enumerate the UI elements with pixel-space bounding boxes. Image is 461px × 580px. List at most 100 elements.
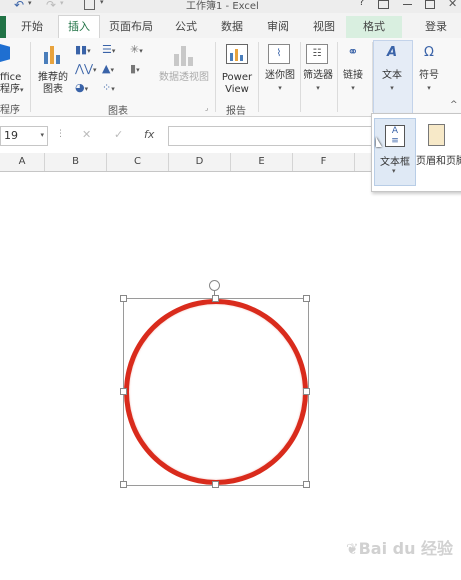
- link-icon[interactable]: ⚭: [343, 44, 363, 62]
- bar-chart-icon[interactable]: ☰▾: [102, 43, 115, 56]
- sparkline-icon[interactable]: ⌇: [268, 44, 290, 64]
- chevron-down-icon: ▾: [316, 84, 320, 92]
- power-view-icon[interactable]: [226, 44, 248, 64]
- redo-dropdown[interactable]: ▾: [60, 0, 64, 7]
- power-view-label-2: View: [225, 84, 249, 95]
- bar-icon: [235, 49, 238, 61]
- column-header-d[interactable]: D: [169, 153, 231, 171]
- pie-chart-icon[interactable]: ◕▾: [75, 81, 88, 94]
- undo-icon[interactable]: ↶: [14, 0, 24, 12]
- resize-handle-n[interactable]: [212, 295, 219, 302]
- tab-home[interactable]: 开始: [12, 16, 52, 38]
- resize-handle-ne[interactable]: [303, 295, 310, 302]
- cancel-edit-icon[interactable]: ✕: [82, 128, 91, 141]
- bar-icon: [50, 46, 54, 64]
- symbol-button[interactable]: 符号 ▾: [412, 70, 446, 94]
- dialog-launcher-icon[interactable]: ⌟: [205, 104, 208, 112]
- power-view-label-1: Power: [221, 72, 253, 83]
- line-chart-icon[interactable]: ⋀⋁▾: [75, 62, 97, 75]
- combo-chart-icon[interactable]: ▮▾: [130, 62, 140, 75]
- textbox-menu-item[interactable]: A ≡ 文本框 ▾: [374, 118, 416, 186]
- resize-handle-se[interactable]: [303, 481, 310, 488]
- chevron-down-icon: ▾: [111, 47, 116, 55]
- chevron-down-icon: ▾: [93, 66, 97, 74]
- other-charts-icon[interactable]: ✳▾: [130, 43, 143, 56]
- qat-customize-icon[interactable]: ▾: [100, 0, 104, 6]
- watermark: ❦Bai du 经验: [346, 535, 453, 559]
- formula-bar-grip-icon[interactable]: ⋮: [56, 129, 65, 139]
- chevron-down-icon: ▾: [351, 84, 355, 92]
- paw-logo-icon: ❦: [346, 540, 359, 558]
- resize-handle-s[interactable]: [212, 481, 219, 488]
- symbol-label: 符号: [419, 70, 439, 81]
- chevron-down-icon: ▾: [390, 84, 394, 92]
- sparkline-button[interactable]: 迷你图 ▾: [260, 70, 300, 94]
- restore-icon[interactable]: [425, 0, 435, 9]
- recommended-charts-label-2: 图表: [43, 84, 63, 95]
- power-view-button[interactable]: Power View: [218, 72, 256, 96]
- filter-label: 筛选器: [303, 70, 333, 81]
- area-chart-icon[interactable]: ▲▾: [102, 62, 114, 75]
- resize-handle-w[interactable]: [120, 388, 127, 395]
- column-header-e[interactable]: E: [231, 153, 293, 171]
- confirm-edit-icon[interactable]: ✓: [114, 128, 123, 141]
- text-button[interactable]: 文本 ▾: [374, 70, 410, 94]
- textbox-icon: A ≡: [385, 125, 405, 147]
- bar-icon: [181, 46, 186, 66]
- tab-review[interactable]: 审阅: [258, 16, 298, 38]
- scatter-chart-icon[interactable]: ⁘▾: [102, 81, 115, 94]
- office-apps-label-2: 程序▾: [0, 84, 24, 96]
- text-dropdown-menu: A ≡ 文本框 ▾ 页眉和页脚: [371, 113, 461, 192]
- mouse-cursor-icon: [376, 137, 382, 147]
- tab-data[interactable]: 数据: [214, 16, 250, 38]
- column-header-c[interactable]: C: [107, 153, 169, 171]
- office-apps-label-1: ffice: [0, 72, 22, 83]
- link-label: 链接: [343, 70, 363, 81]
- column-header-a[interactable]: A: [0, 153, 45, 171]
- undo-dropdown[interactable]: ▾: [28, 0, 32, 7]
- header-footer-label: 页眉和页脚: [416, 156, 461, 167]
- print-preview-icon[interactable]: [84, 0, 95, 10]
- login-link[interactable]: 登录: [416, 16, 456, 38]
- collapse-ribbon-icon[interactable]: ^: [450, 100, 458, 110]
- close-icon[interactable]: ✕: [448, 0, 457, 10]
- symbol-icon[interactable]: Ω: [419, 44, 439, 62]
- recommended-charts-icon[interactable]: [42, 44, 64, 64]
- recommended-charts-button[interactable]: 推荐的 图表: [34, 72, 72, 96]
- formula-input[interactable]: [168, 126, 390, 146]
- redo-icon[interactable]: ↷: [46, 0, 56, 12]
- column-chart-icon[interactable]: ▮▮▾: [75, 43, 91, 56]
- ribbon-display-options-icon[interactable]: [378, 0, 389, 9]
- tab-format[interactable]: 格式: [346, 16, 402, 38]
- text-label: 文本: [382, 70, 402, 81]
- insert-function-icon[interactable]: fx: [144, 128, 154, 141]
- office-apps-button[interactable]: ffice 程序▾: [0, 72, 24, 96]
- circle-shape[interactable]: [124, 299, 308, 485]
- minimize-icon[interactable]: [403, 4, 412, 5]
- column-header-f[interactable]: F: [293, 153, 355, 171]
- chevron-down-icon: ▾: [278, 84, 282, 92]
- column-header-b[interactable]: B: [45, 153, 107, 171]
- resize-handle-sw[interactable]: [120, 481, 127, 488]
- tab-formulas[interactable]: 公式: [166, 16, 206, 38]
- tab-view[interactable]: 视图: [306, 16, 342, 38]
- pivot-chart-icon[interactable]: [172, 44, 194, 66]
- file-tab-edge[interactable]: [0, 16, 6, 38]
- bar-icon: [240, 55, 243, 61]
- filter-button[interactable]: 筛选器 ▾: [298, 70, 338, 94]
- office-app-icon[interactable]: [0, 44, 10, 62]
- filter-icon[interactable]: ☷: [306, 44, 328, 64]
- tab-page-layout[interactable]: 页面布局: [104, 16, 158, 38]
- chevron-down-icon: ▾: [139, 47, 143, 55]
- pivot-chart-button[interactable]: 数据透视图: [156, 72, 212, 84]
- resize-handle-e[interactable]: [303, 388, 310, 395]
- resize-handle-nw[interactable]: [120, 295, 127, 302]
- group-label-apps: 程序: [0, 105, 20, 116]
- link-button[interactable]: 链接 ▾: [336, 70, 370, 94]
- name-box[interactable]: 19 ▾: [0, 126, 48, 146]
- header-footer-menu-item[interactable]: 页眉和页脚: [416, 118, 461, 184]
- help-icon[interactable]: ?: [359, 0, 364, 8]
- tab-insert[interactable]: 插入: [58, 15, 100, 40]
- chevron-down-icon: ▾: [392, 167, 396, 175]
- chevron-down-icon: ▾: [110, 66, 114, 74]
